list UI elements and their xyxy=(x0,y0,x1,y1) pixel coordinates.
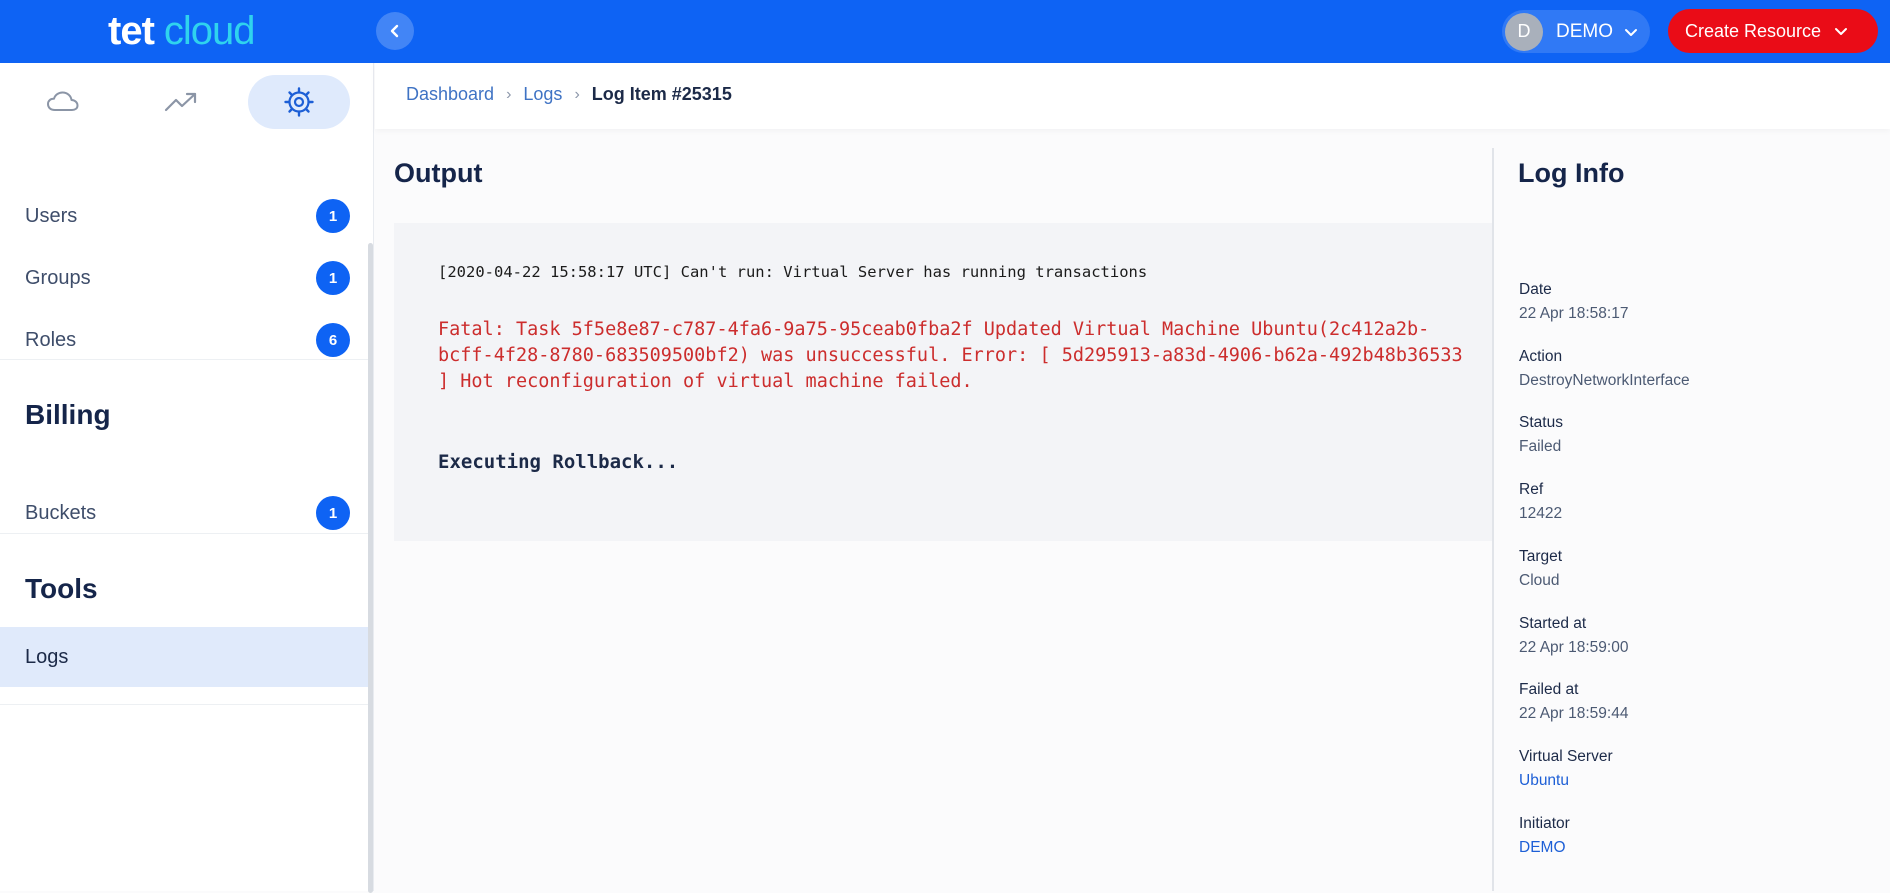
chevron-down-icon xyxy=(1835,28,1848,35)
output-rollback-line: Executing Rollback... xyxy=(438,451,679,473)
breadcrumb-link-logs[interactable]: Logs xyxy=(523,84,562,105)
sidebar-item-label: Buckets xyxy=(25,501,97,524)
sidebar-item-label: Roles xyxy=(25,328,77,351)
breadcrumb-bar: Dashboard › Logs › Log Item #25315 xyxy=(375,63,1890,129)
sidebar: Users 1 Groups 1 Roles 6 Billing Buckets… xyxy=(0,63,374,893)
user-menu-button[interactable]: D DEMO xyxy=(1502,10,1650,53)
section-title-billing: Billing xyxy=(25,399,111,430)
info-label-date: Date xyxy=(1519,281,1552,298)
tab-cloud[interactable] xyxy=(12,75,114,129)
info-value-date: 22 Apr 18:58:17 xyxy=(1519,305,1629,322)
count-badge: 1 xyxy=(316,199,350,233)
info-label-status: Status xyxy=(1519,414,1563,431)
output-line: [2020-04-22 15:58:17 UTC] Can't run: Vir… xyxy=(438,263,1148,281)
info-value-status: Failed xyxy=(1519,438,1562,455)
create-resource-label: Create Resource xyxy=(1685,20,1822,41)
user-name: DEMO xyxy=(1556,20,1613,42)
count-badge: 1 xyxy=(316,496,350,530)
info-label-target: Target xyxy=(1519,548,1563,565)
divider xyxy=(0,704,372,705)
info-label-virtual-server: Virtual Server xyxy=(1519,748,1613,765)
sidebar-item-label: Users xyxy=(25,204,78,227)
info-label-failed-at: Failed at xyxy=(1519,681,1579,698)
tab-analytics[interactable] xyxy=(130,75,232,129)
collapse-sidebar-button[interactable] xyxy=(376,12,414,50)
gear-icon xyxy=(284,87,314,117)
top-bar: tet cloud D DEMO Create Resource xyxy=(0,0,1890,63)
info-value-failed-at: 22 Apr 18:59:44 xyxy=(1519,705,1629,722)
section-title-tools: Tools xyxy=(25,573,98,604)
info-label-started-at: Started at xyxy=(1519,615,1587,632)
output-error-line: Fatal: Task 5f5e8e87-c787-4fa6-9a75-95ce… xyxy=(438,319,1463,392)
trending-icon xyxy=(164,92,197,112)
sidebar-item-users[interactable]: Users 1 xyxy=(0,186,372,246)
divider xyxy=(0,359,372,360)
chevron-down-icon xyxy=(1625,28,1637,36)
logo-part-cloud: cloud xyxy=(163,8,256,53)
logo[interactable]: tet cloud xyxy=(108,6,256,56)
chevron-right-icon: › xyxy=(574,85,580,103)
info-value-started-at: 22 Apr 18:59:00 xyxy=(1519,639,1629,656)
count-badge: 6 xyxy=(316,323,350,357)
info-value-action: DestroyNetworkInterface xyxy=(1519,372,1690,389)
sidebar-icon-tabs xyxy=(0,63,374,135)
breadcrumb: Dashboard › Logs › Log Item #25315 xyxy=(406,84,732,105)
sidebar-item-groups[interactable]: Groups 1 xyxy=(0,248,372,308)
divider xyxy=(0,533,372,534)
log-info-title: Log Info xyxy=(1518,158,1625,188)
virtual-server-link[interactable]: Ubuntu xyxy=(1519,772,1569,790)
info-label-ref: Ref xyxy=(1519,481,1544,498)
count-badge: 1 xyxy=(316,261,350,295)
sidebar-item-label: Logs xyxy=(25,645,69,668)
panel-divider xyxy=(1492,148,1494,891)
breadcrumb-link-dashboard[interactable]: Dashboard xyxy=(406,84,494,105)
info-value-ref: 12422 xyxy=(1519,505,1563,522)
chevron-left-icon xyxy=(390,24,399,38)
logo-part-tet: tet xyxy=(108,8,155,53)
info-label-initiator: Initiator xyxy=(1519,815,1570,832)
info-value-target: Cloud xyxy=(1519,572,1560,589)
breadcrumb-current: Log Item #25315 xyxy=(591,84,732,104)
chevron-right-icon: › xyxy=(506,85,512,103)
info-label-action: Action xyxy=(1519,348,1563,365)
sidebar-item-logs[interactable]: Logs xyxy=(0,627,372,687)
sidebar-item-roles[interactable]: Roles 6 xyxy=(0,310,372,370)
sidebar-scrollbar[interactable] xyxy=(368,243,373,893)
tab-settings[interactable] xyxy=(248,75,350,129)
output-console: [2020-04-22 15:58:17 UTC] Can't run: Vir… xyxy=(394,223,1492,541)
sidebar-item-label: Groups xyxy=(25,266,91,289)
cloud-icon xyxy=(47,91,79,111)
create-resource-button[interactable]: Create Resource xyxy=(1668,9,1878,53)
initiator-link[interactable]: DEMO xyxy=(1519,839,1566,857)
avatar: D xyxy=(1505,12,1543,51)
sidebar-item-buckets[interactable]: Buckets 1 xyxy=(0,483,372,543)
output-title: Output xyxy=(394,158,483,188)
